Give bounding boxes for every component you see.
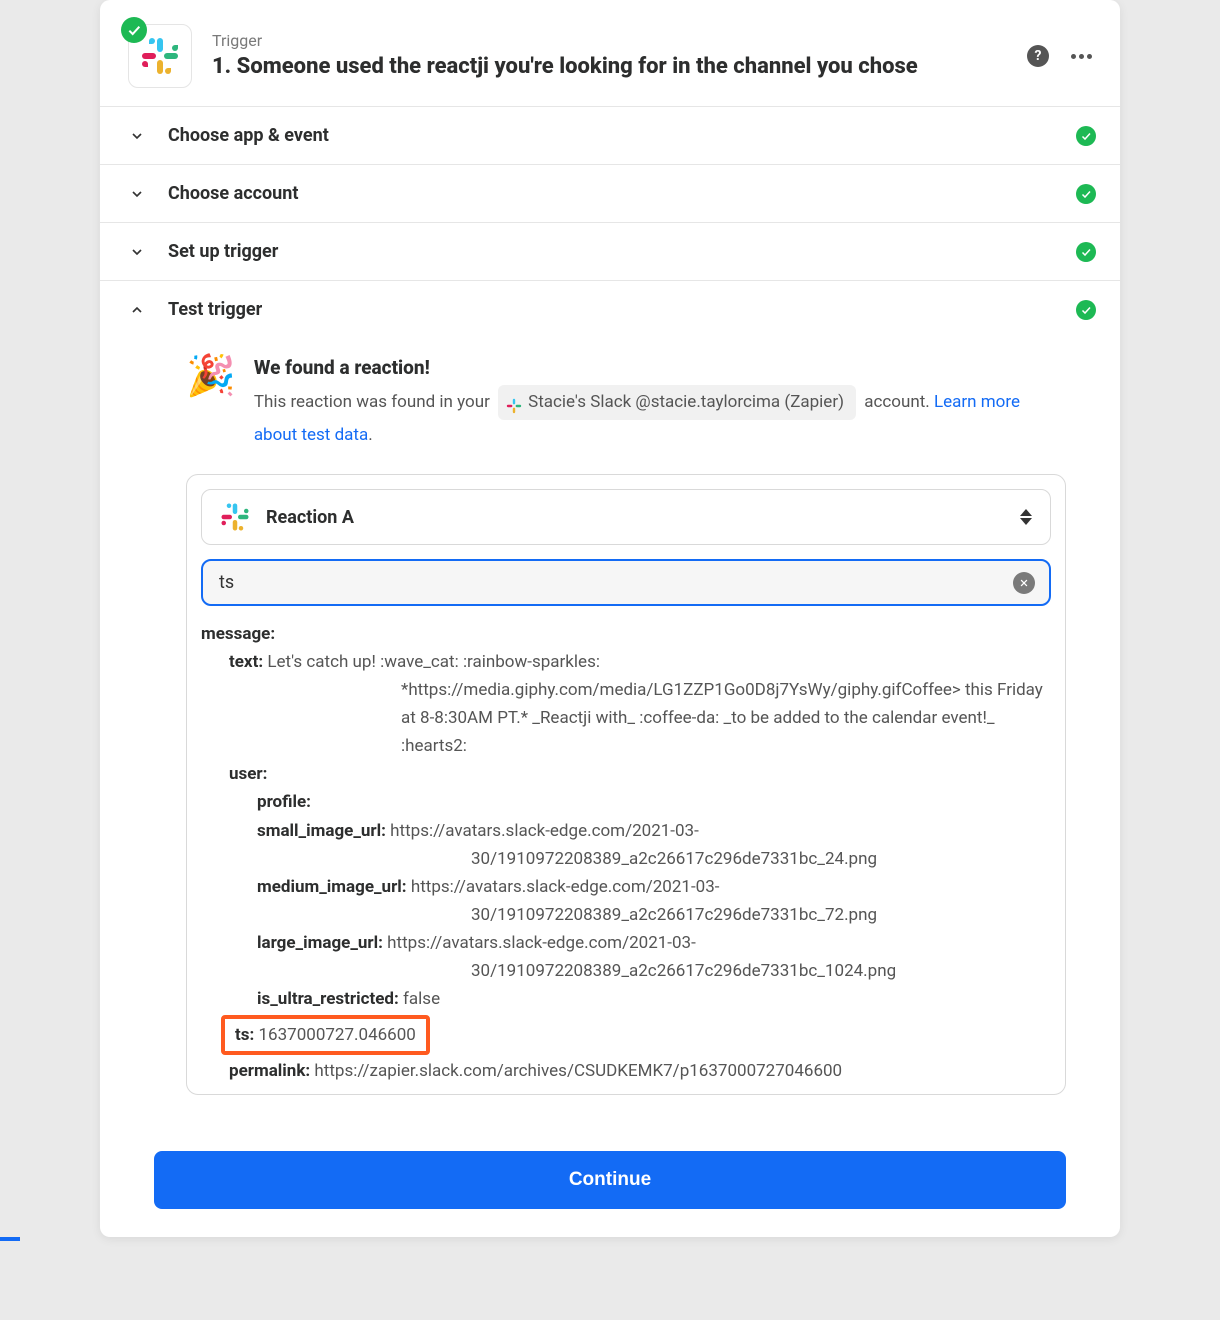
chevron-down-icon: [128, 128, 146, 144]
data-value: 1637000727.046600: [259, 1025, 416, 1045]
test-trigger-content: 🎉 We found a reaction! This reaction was…: [100, 338, 1120, 1123]
found-desc-suffix-1: account.: [864, 392, 930, 412]
slack-icon: [140, 36, 180, 76]
data-key: permalink:: [229, 1061, 310, 1080]
trigger-title: 1. Someone used the reactji you're looki…: [212, 52, 1015, 82]
search-input[interactable]: [217, 571, 1013, 594]
account-tag[interactable]: Stacie's Slack @stacie.taylorcima (Zapie…: [498, 385, 856, 420]
found-desc-suffix-2: .: [368, 425, 372, 445]
step-title: Set up trigger: [168, 241, 278, 262]
trigger-header: Trigger 1. Someone used the reactji you'…: [100, 0, 1120, 106]
sort-icon: [1020, 509, 1032, 525]
data-key: user:: [229, 764, 267, 784]
help-icon[interactable]: ?: [1027, 45, 1049, 67]
bottom-accent: [0, 1237, 20, 1241]
data-display: message: text: Let's catch up! :wave_cat…: [201, 620, 1051, 1080]
slack-icon: [506, 394, 522, 410]
continue-button[interactable]: Continue: [154, 1151, 1066, 1209]
data-key: large_image_url:: [257, 933, 383, 953]
data-key: message:: [201, 624, 275, 644]
found-heading: We found a reaction!: [254, 356, 1066, 379]
sample-panel: Reaction A message: text: Let's catch up…: [186, 474, 1066, 1095]
sample-select-label: Reaction A: [266, 507, 1004, 528]
chevron-down-icon: [128, 244, 146, 260]
slack-icon: [220, 502, 250, 532]
data-value: https://avatars.slack-edge.com/2021-03-3…: [411, 877, 877, 925]
trigger-card: Trigger 1. Someone used the reactji you'…: [100, 0, 1120, 1237]
data-value: https://zapier.slack.com/archives/CSUDKE…: [314, 1061, 842, 1080]
data-value: https://avatars.slack-edge.com/2021-03-3…: [390, 821, 877, 869]
data-key: text:: [229, 652, 263, 672]
data-key: ts:: [235, 1025, 254, 1045]
step-choose-app[interactable]: Choose app & event: [100, 106, 1120, 164]
check-icon: [1076, 300, 1096, 320]
check-icon: [1076, 242, 1096, 262]
clear-icon[interactable]: [1013, 572, 1035, 594]
data-value: https://avatars.slack-edge.com/2021-03-3…: [387, 933, 896, 981]
found-description: This reaction was found in your Stacie's…: [254, 385, 1066, 450]
step-title: Test trigger: [168, 299, 262, 320]
data-value: false: [403, 989, 440, 1009]
trigger-label: Trigger: [212, 31, 1015, 50]
more-icon[interactable]: [1071, 54, 1092, 59]
data-key: medium_image_url:: [257, 877, 407, 897]
data-key: small_image_url:: [257, 821, 386, 841]
step-test-trigger[interactable]: Test trigger: [100, 280, 1120, 338]
account-tag-label: Stacie's Slack @stacie.taylorcima (Zapie…: [528, 387, 844, 418]
check-icon: [1076, 126, 1096, 146]
data-key: profile:: [257, 792, 311, 812]
search-row: [201, 559, 1051, 606]
found-desc-prefix: This reaction was found in your: [254, 392, 490, 412]
chevron-up-icon: [128, 302, 146, 318]
sample-select[interactable]: Reaction A: [201, 489, 1051, 545]
step-choose-account[interactable]: Choose account: [100, 164, 1120, 222]
party-icon: 🎉: [186, 356, 236, 396]
data-value: Let's catch up! :wave_cat: :rainbow-spar…: [267, 652, 1043, 756]
step-setup-trigger[interactable]: Set up trigger: [100, 222, 1120, 280]
app-icon: [128, 24, 192, 88]
step-title: Choose app & event: [168, 125, 329, 146]
chevron-down-icon: [128, 186, 146, 202]
step-title: Choose account: [168, 183, 298, 204]
check-icon: [1076, 184, 1096, 204]
data-key: is_ultra_restricted:: [257, 989, 399, 1009]
ts-highlight: ts: 1637000727.046600: [221, 1015, 430, 1055]
found-row: 🎉 We found a reaction! This reaction was…: [186, 356, 1066, 450]
